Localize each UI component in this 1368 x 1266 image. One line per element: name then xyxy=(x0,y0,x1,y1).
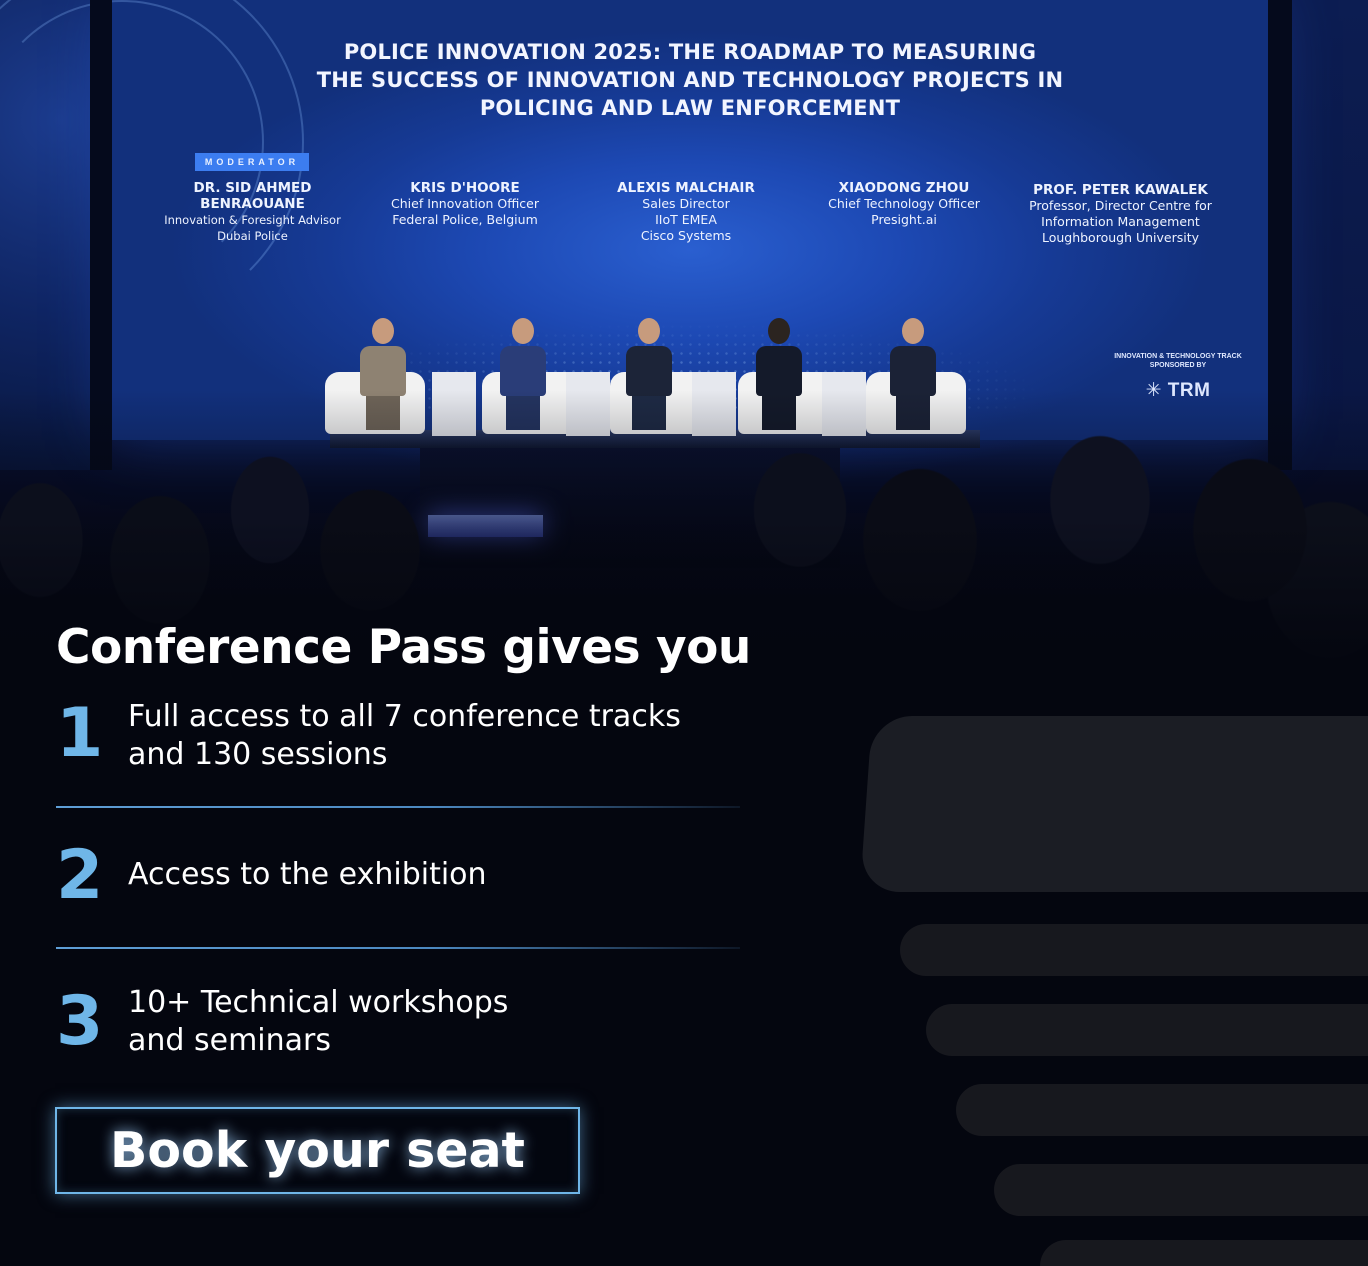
sponsor-caption: INNOVATION & TECHNOLOGY TRACK xyxy=(1114,353,1242,360)
speaker-role: Innovation & Foresight Advisor xyxy=(164,213,341,227)
speaker-org: Loughborough University xyxy=(1041,230,1200,245)
benefit-text-line: 10+ Technical workshops xyxy=(128,985,509,1020)
speaker-name: PROF. PETER KAWALEK xyxy=(1033,182,1208,198)
speaker-role: Chief Technology Officer xyxy=(828,196,980,211)
benefit-text-line: Full access to all 7 conference tracks xyxy=(128,699,681,734)
speaker-card: DR. SID AHMED BENRAOUANE Innovation & Fo… xyxy=(160,180,345,244)
speaker-org: Cisco Systems xyxy=(640,228,732,243)
benefit-item: 2 Access to the exhibition xyxy=(56,840,746,916)
speaker-name: XIAODONG ZHOU xyxy=(838,180,970,196)
speaker-org: Presight.ai xyxy=(871,212,937,227)
sponsor-caption: SPONSORED BY xyxy=(1149,362,1207,369)
speaker-card: ALEXIS MALCHAIR Sales Director IIoT EMEA… xyxy=(600,180,772,244)
benefit-item: 3 10+ Technical workshops and seminars xyxy=(56,984,746,1064)
session-title: POLICE INNOVATION 2025: THE ROADMAP TO M… xyxy=(290,38,1090,122)
session-title-line: POLICING AND LAW ENFORCEMENT xyxy=(479,96,901,120)
microphone-grille-stripe xyxy=(994,1164,1368,1216)
benefit-number: 3 xyxy=(56,982,104,1061)
microphone-grille-stripe xyxy=(926,1004,1368,1056)
speaker-name: BENRAOUANE xyxy=(200,196,305,212)
speaker-name: ALEXIS MALCHAIR xyxy=(617,180,755,196)
benefit-text-line: and 130 sessions xyxy=(128,737,388,772)
speaker-role: Sales Director xyxy=(642,196,730,211)
session-title-line: THE SUCCESS OF INNOVATION AND TECHNOLOGY… xyxy=(316,68,1064,92)
speaker-org: Information Management xyxy=(1041,214,1200,229)
speaker-card: PROF. PETER KAWALEK Professor, Director … xyxy=(1018,182,1223,246)
benefit-text: 10+ Technical workshops and seminars xyxy=(128,984,748,1060)
speaker-card: KRIS D'HOORE Chief Innovation Officer Fe… xyxy=(375,180,555,228)
microphone-graphic xyxy=(859,716,1368,892)
speaker-name: KRIS D'HOORE xyxy=(410,180,520,196)
microphone-grille-stripe xyxy=(1040,1240,1368,1266)
divider xyxy=(56,947,740,949)
benefit-text: Access to the exhibition xyxy=(128,856,748,894)
book-seat-button[interactable]: Book your seat xyxy=(55,1107,580,1194)
speaker-name: DR. SID AHMED xyxy=(193,180,312,196)
speaker-role: Professor, Director Centre for xyxy=(1029,198,1212,213)
benefit-text-line: and seminars xyxy=(128,1023,331,1058)
microphone-grille-stripe xyxy=(900,924,1368,976)
speaker-card: XIAODONG ZHOU Chief Technology Officer P… xyxy=(815,180,993,228)
speaker-org: Federal Police, Belgium xyxy=(392,212,538,227)
divider xyxy=(56,806,740,808)
speaker-role: Chief Innovation Officer xyxy=(391,196,539,211)
benefit-number: 1 xyxy=(56,694,104,773)
benefit-number: 2 xyxy=(56,836,104,915)
benefit-text-line: Access to the exhibition xyxy=(128,857,487,892)
speaker-org: Dubai Police xyxy=(217,229,288,243)
page-title: Conference Pass gives you xyxy=(56,620,751,675)
conference-photo: POLICE INNOVATION 2025: THE ROADMAP TO M… xyxy=(0,0,1368,700)
book-seat-button-label: Book your seat xyxy=(110,1122,525,1179)
session-title-line: POLICE INNOVATION 2025: THE ROADMAP TO M… xyxy=(343,40,1037,64)
benefit-item: 1 Full access to all 7 conference tracks… xyxy=(56,698,746,778)
benefit-text: Full access to all 7 conference tracks a… xyxy=(128,698,748,774)
microphone-grille-stripe xyxy=(956,1084,1368,1136)
speaker-role: IIoT EMEA xyxy=(655,212,717,227)
moderator-badge: MODERATOR xyxy=(195,153,309,171)
